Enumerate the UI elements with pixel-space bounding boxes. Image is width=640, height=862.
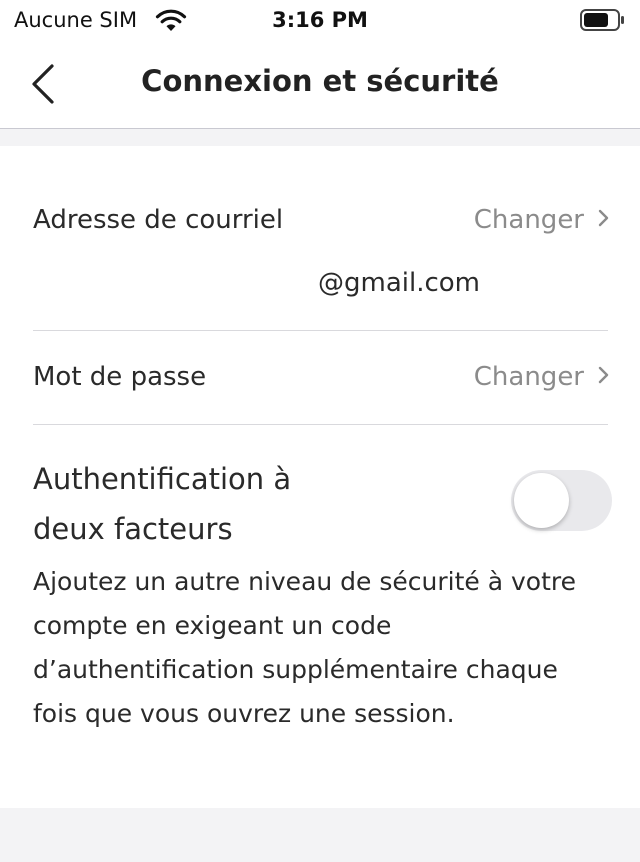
email-label: Adresse de courriel xyxy=(33,205,284,235)
status-bar: Aucune SIM 3:16 PM xyxy=(0,0,640,40)
toggle-knob xyxy=(514,473,569,528)
change-password-label: Changer xyxy=(473,362,584,392)
change-password-button[interactable]: Changer xyxy=(474,362,610,392)
chevron-right-icon xyxy=(598,209,609,227)
two-factor-description: Ajoutez un autre niveau de sécurité à vo… xyxy=(33,567,576,728)
clock: 3:16 PM xyxy=(272,8,368,32)
change-email-button[interactable]: Changer xyxy=(474,205,610,235)
battery-icon xyxy=(580,9,624,31)
settings-card: Adresse de courriel Changer @gmail.com M… xyxy=(0,146,640,808)
two-factor-title: Authentification à deux facteurs xyxy=(33,462,292,546)
divider xyxy=(33,330,608,331)
change-email-label: Changer xyxy=(473,205,584,235)
chevron-right-icon xyxy=(598,366,609,384)
two-factor-toggle[interactable] xyxy=(511,470,612,531)
password-label: Mot de passe xyxy=(33,362,207,392)
page-title: Connexion et sécurité xyxy=(141,64,499,98)
email-value: @gmail.com xyxy=(318,268,481,298)
divider xyxy=(33,424,608,425)
navigation-bar: Connexion et sécurité xyxy=(0,40,640,129)
